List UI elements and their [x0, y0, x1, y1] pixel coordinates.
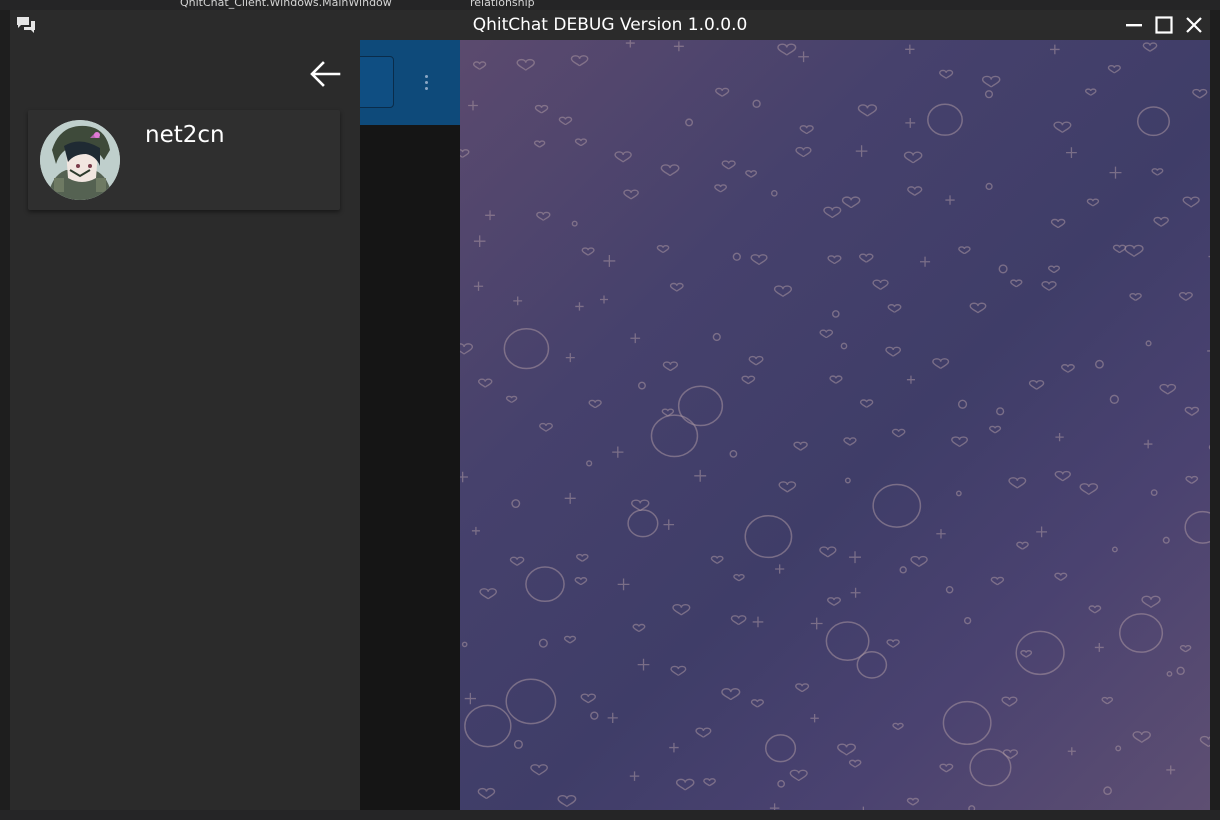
close-icon[interactable]	[1182, 15, 1206, 35]
app-window: QhitChat DEBUG Version 1.0.0.0 net2cn	[10, 10, 1210, 810]
title-bar: QhitChat DEBUG Version 1.0.0.0	[10, 10, 1210, 40]
ide-class-combo[interactable]: QhitChat_Client.Windows.MainWindow	[180, 0, 392, 10]
ide-left-strip	[0, 10, 10, 820]
back-button[interactable]	[305, 58, 345, 94]
ide-right-strip	[1210, 10, 1220, 820]
profile-username: net2cn	[145, 122, 225, 148]
chat-list-panel	[340, 40, 460, 810]
navigation-drawer: net2cn	[10, 40, 360, 810]
more-vert-icon[interactable]	[420, 70, 432, 94]
ide-bottom-strip	[0, 810, 1220, 820]
ide-toolbar: QhitChat_Client.Windows.MainWindow relat…	[0, 0, 1220, 10]
wallpaper-doodle-pattern	[460, 40, 1210, 810]
ide-member-combo[interactable]: relationship	[470, 0, 535, 10]
chat-list-header	[340, 40, 460, 125]
minimize-icon[interactable]	[1122, 15, 1146, 35]
arrow-left-icon	[309, 61, 341, 91]
avatar[interactable]	[40, 120, 120, 200]
profile-card[interactable]: net2cn	[28, 110, 340, 210]
chat-wallpaper	[460, 40, 1210, 810]
window-title: QhitChat DEBUG Version 1.0.0.0	[472, 15, 748, 35]
maximize-icon[interactable]	[1152, 15, 1176, 35]
